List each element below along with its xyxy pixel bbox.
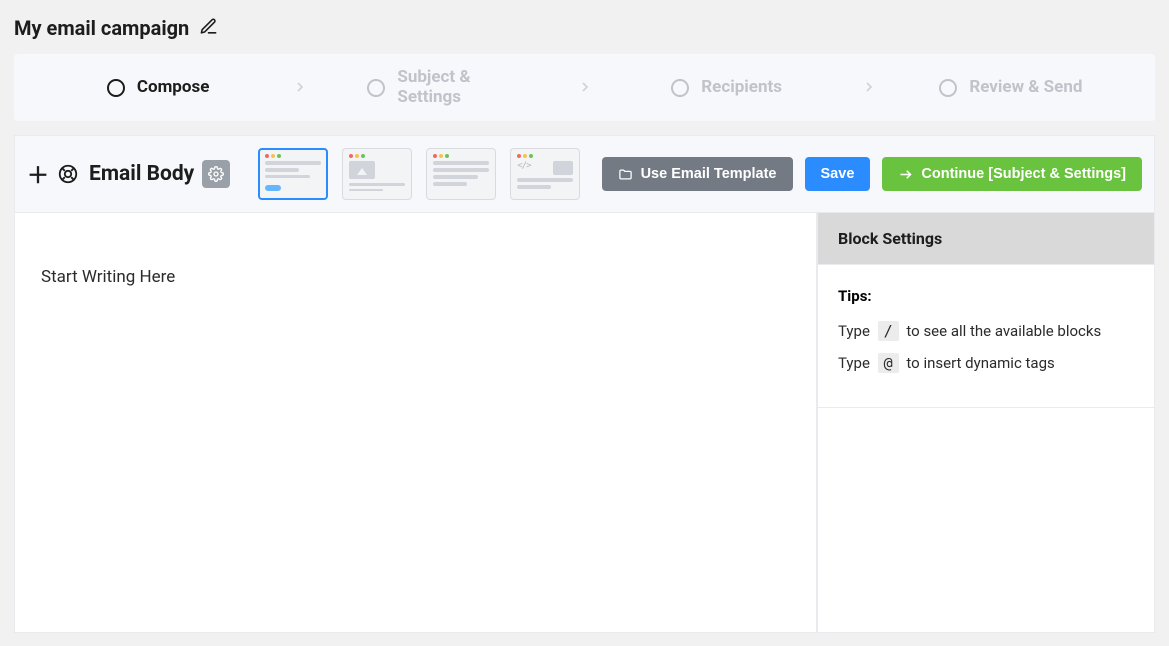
tip-at: Type @ to insert dynamic tags [838, 353, 1134, 373]
layout-thumb-text-only[interactable] [426, 148, 496, 200]
workspace: Start Writing Here Block Settings Tips: … [14, 213, 1155, 633]
step-label: Recipients [701, 78, 782, 98]
step-indicator-icon [367, 79, 385, 97]
use-template-label: Use Email Template [641, 166, 777, 182]
title-bar: My email campaign [0, 0, 1169, 54]
chevron-right-icon [577, 76, 593, 100]
sidebar-body: Tips: Type / to see all the available bl… [818, 265, 1154, 408]
chevron-right-icon [292, 76, 308, 100]
editor-placeholder: Start Writing Here [41, 267, 790, 287]
compose-toolbar: ＋ Email Body </> [14, 135, 1155, 213]
save-label: Save [821, 166, 855, 182]
sidebar-heading-text: Block Settings [838, 229, 1134, 248]
sidebar-heading: Block Settings [818, 213, 1154, 265]
key-at: @ [878, 353, 899, 373]
add-block-icon[interactable]: ＋ [27, 158, 49, 190]
settings-button[interactable] [202, 160, 230, 188]
layout-thumb-simple[interactable] [258, 148, 328, 200]
block-settings-sidebar: Block Settings Tips: Type / to see all t… [817, 213, 1155, 633]
step-indicator-icon [671, 79, 689, 97]
edit-title-icon[interactable] [199, 17, 218, 40]
save-button[interactable]: Save [805, 157, 871, 191]
toolbar-left: ＋ Email Body [27, 158, 230, 190]
page-title: My email campaign [14, 16, 189, 40]
toolbar-title: Email Body [89, 162, 194, 186]
continue-button[interactable]: Continue [Subject & Settings] [882, 157, 1142, 191]
key-slash: / [878, 321, 899, 341]
layout-thumb-code[interactable]: </> [510, 148, 580, 200]
step-subject-settings[interactable]: Subject & Settings [308, 68, 576, 107]
layout-thumb-image-header[interactable] [342, 148, 412, 200]
step-label: Subject & Settings [397, 68, 517, 107]
text-block[interactable]: Start Writing Here [27, 237, 804, 317]
help-icon[interactable] [57, 163, 79, 185]
step-review-send[interactable]: Review & Send [877, 78, 1145, 98]
continue-label: Continue [Subject & Settings] [921, 166, 1126, 182]
step-recipients[interactable]: Recipients [593, 78, 861, 98]
stepper: Compose Subject & Settings Recipients Re… [14, 54, 1155, 121]
toolbar-right: Use Email Template Save Continue [Subjec… [602, 157, 1142, 191]
tip-slash: Type / to see all the available blocks [838, 321, 1134, 341]
use-template-button[interactable]: Use Email Template [602, 157, 793, 191]
step-indicator-icon [107, 79, 125, 97]
step-label: Review & Send [969, 78, 1082, 98]
layout-thumbnails: </> [258, 148, 580, 200]
chevron-right-icon [861, 76, 877, 100]
step-indicator-icon [939, 79, 957, 97]
step-compose[interactable]: Compose [24, 78, 292, 98]
tips-heading: Tips: [838, 287, 1134, 305]
step-label: Compose [137, 78, 210, 98]
editor-area[interactable]: Start Writing Here [14, 213, 817, 633]
